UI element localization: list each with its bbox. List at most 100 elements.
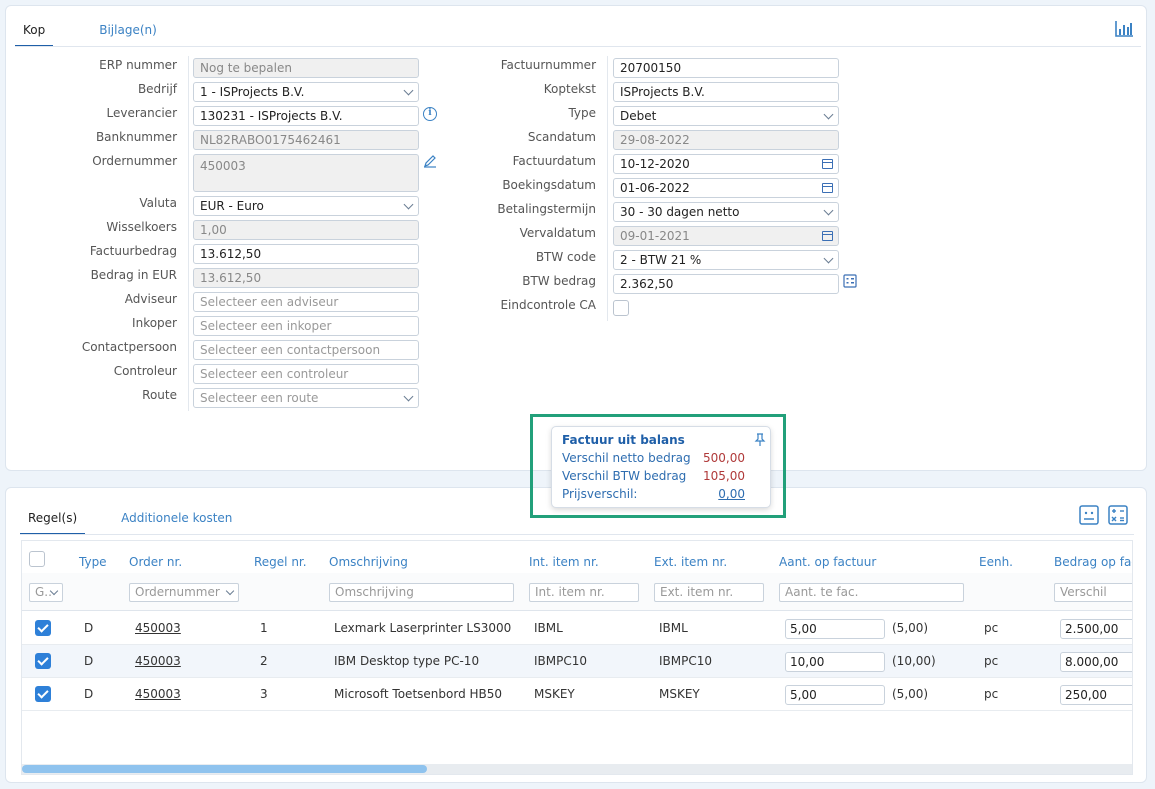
row-aant-input[interactable]: 5,00 xyxy=(785,619,885,639)
ext-item-filter[interactable]: Ext. item nr. xyxy=(654,583,764,602)
route-select[interactable]: Selecteer een route xyxy=(193,388,419,408)
type-select[interactable]: Debet xyxy=(613,106,839,126)
tab-regels[interactable]: Regel(s) xyxy=(20,500,86,535)
row-checkbox[interactable] xyxy=(35,653,51,669)
edit-pencil-icon[interactable] xyxy=(423,154,437,168)
leverancier-field[interactable]: 130231 - ISProjects B.V. xyxy=(193,106,419,126)
row-checkbox[interactable] xyxy=(35,620,51,636)
lines-tabs: Regel(s) Additionele kosten xyxy=(20,500,268,535)
row-bedrag-input[interactable]: 8.000,00 xyxy=(1060,652,1132,672)
scrollbar-thumb[interactable] xyxy=(22,765,427,773)
horizontal-scrollbar[interactable] xyxy=(22,764,1132,774)
route-label: Route xyxy=(142,388,177,402)
factuurbedrag-field[interactable]: 13.612,50 xyxy=(193,244,419,264)
tab-additionele-kosten[interactable]: Additionele kosten xyxy=(113,500,240,534)
betalingstermijn-select[interactable]: 30 - 30 dagen netto xyxy=(613,202,839,222)
calendar-icon[interactable] xyxy=(822,183,833,193)
type-filter-value: G.. xyxy=(35,585,52,599)
aant-filter[interactable]: Aant. te fac. xyxy=(779,583,964,602)
select-all-checkbox[interactable] xyxy=(29,551,45,567)
col-int-item[interactable]: Int. item nr. xyxy=(529,555,599,569)
bedrag-filter[interactable]: Verschil xyxy=(1054,583,1132,602)
info-icon[interactable]: i xyxy=(423,107,437,121)
order-filter[interactable]: Ordernummer xyxy=(129,583,239,602)
calculator-icon[interactable] xyxy=(1108,505,1128,525)
factuurbedrag-label: Factuurbedrag xyxy=(89,244,177,258)
col-type[interactable]: Type xyxy=(79,555,107,569)
vervaldatum-field: 09-01-2021 xyxy=(613,226,839,246)
row-aant-input[interactable]: 10,00 xyxy=(785,652,885,672)
row-bedrag-input[interactable]: 2.500,00 xyxy=(1060,619,1132,639)
col-order-nr[interactable]: Order nr. xyxy=(129,555,182,569)
row-regel: 2 xyxy=(260,654,268,668)
chart-icon[interactable] xyxy=(1114,20,1134,38)
tab-kop[interactable]: Kop xyxy=(15,6,54,47)
row-order-link[interactable]: 450003 xyxy=(135,654,181,668)
inkoper-label: Inkoper xyxy=(132,316,177,330)
col-ext-item[interactable]: Ext. item nr. xyxy=(654,555,727,569)
btw-code-label: BTW code xyxy=(535,250,596,264)
factuurnummer-label: Factuurnummer xyxy=(500,58,596,72)
bedrijf-select[interactable]: 1 - ISProjects B.V. xyxy=(193,82,419,102)
row-aant-orig: (5,00) xyxy=(892,687,929,701)
bedrag-eur-field: 13.612,50 xyxy=(193,268,419,288)
factuurdatum-field[interactable]: 10-12-2020 xyxy=(613,154,839,174)
row-regel: 3 xyxy=(260,687,268,701)
contactpersoon-input[interactable]: Selecteer een contactpersoon xyxy=(193,340,419,360)
koptekst-field[interactable]: ISProjects B.V. xyxy=(613,82,839,102)
col-bedrag-factuur[interactable]: Bedrag op fac xyxy=(1054,555,1132,569)
controleur-input[interactable]: Selecteer een controleur xyxy=(193,364,419,384)
factuurnummer-field[interactable]: 20700150 xyxy=(613,58,839,78)
lines-tab-divider xyxy=(20,534,1134,535)
boekingsdatum-label: Boekingsdatum xyxy=(502,178,596,192)
calculator-icon[interactable] xyxy=(843,274,857,288)
col-regel-nr[interactable]: Regel nr. xyxy=(254,555,307,569)
inkoper-input[interactable]: Selecteer een inkoper xyxy=(193,316,419,336)
bedrijf-label: Bedrijf xyxy=(137,82,177,96)
row-order-link[interactable]: 450003 xyxy=(135,687,181,701)
adviseur-input[interactable]: Selecteer een adviseur xyxy=(193,292,419,312)
row-checkbox[interactable] xyxy=(35,686,51,702)
row-bedrag-input[interactable]: 250,00 xyxy=(1060,685,1132,705)
row-omschrijving: Microsoft Toetsenbord HB50 xyxy=(334,687,503,701)
btw-code-select[interactable]: 2 - BTW 21 % xyxy=(613,250,839,270)
scandatum-field: 29-08-2022 xyxy=(613,130,839,150)
chevron-down-icon xyxy=(823,205,834,216)
balance-netto-value: 500,00 xyxy=(703,451,745,465)
boekingsdatum-field[interactable]: 01-06-2022 xyxy=(613,178,839,198)
bedrijf-value: 1 - ISProjects B.V. xyxy=(200,85,305,99)
valuta-label: Valuta xyxy=(139,196,177,210)
contactpersoon-label: Contactpersoon xyxy=(81,340,177,354)
order-filter-placeholder: Ordernummer xyxy=(135,585,220,599)
table-row[interactable]: D 450003 1 Lexmark Laserprinter LS3000 I… xyxy=(22,612,1132,645)
route-placeholder: Selecteer een route xyxy=(200,391,319,405)
pin-icon[interactable] xyxy=(754,433,766,447)
valuta-select[interactable]: EUR - Euro xyxy=(193,196,419,216)
table-row[interactable]: D 450003 3 Microsoft Toetsenbord HB50 MS… xyxy=(22,678,1132,711)
smiley-icon[interactable] xyxy=(1079,505,1099,525)
table-row[interactable]: D 450003 2 IBM Desktop type PC-10 IBMPC1… xyxy=(22,645,1132,678)
col-omschrijving[interactable]: Omschrijving xyxy=(329,555,408,569)
btw-bedrag-field[interactable]: 2.362,50 xyxy=(613,274,839,294)
calendar-icon[interactable] xyxy=(822,159,833,169)
balance-title: Factuur uit balans xyxy=(562,433,685,447)
chevron-down-icon xyxy=(403,391,414,402)
lines-table: Type Order nr. Regel nr. Omschrijving In… xyxy=(21,540,1133,775)
chevron-down-icon xyxy=(823,109,834,120)
col-aant-factuur[interactable]: Aant. op factuur xyxy=(779,555,876,569)
row-eenheid: pc xyxy=(984,687,999,701)
type-value: Debet xyxy=(620,109,657,123)
row-aant-orig: (5,00) xyxy=(892,621,929,635)
col-eenheid[interactable]: Eenh. xyxy=(979,555,1013,569)
type-filter[interactable]: G.. xyxy=(29,583,63,602)
row-order-link[interactable]: 450003 xyxy=(135,621,181,635)
tab-divider xyxy=(15,46,1141,47)
int-item-filter[interactable]: Int. item nr. xyxy=(529,583,639,602)
omschrijving-filter[interactable]: Omschrijving xyxy=(329,583,514,602)
row-int-item: IBML xyxy=(534,621,563,635)
balance-prijs-value[interactable]: 0,00 xyxy=(718,487,745,501)
tab-bijlagen[interactable]: Bijlage(n) xyxy=(91,6,165,46)
balance-btw-label: Verschil BTW bedrag xyxy=(562,469,687,483)
row-aant-input[interactable]: 5,00 xyxy=(785,685,885,705)
eindcontrole-checkbox[interactable] xyxy=(613,300,629,316)
